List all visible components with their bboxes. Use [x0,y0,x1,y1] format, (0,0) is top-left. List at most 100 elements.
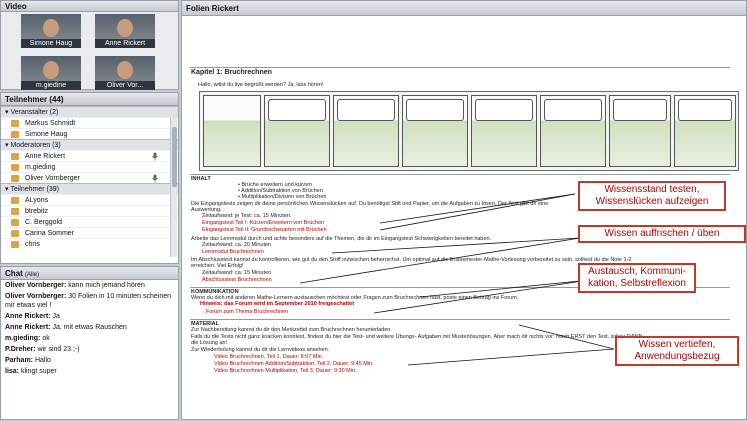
participant-item[interactable]: chris [1,238,178,249]
chat-message-text: kann mich jemand hören [66,282,145,289]
user-icon [11,197,19,204]
zeitaufwand-text: Zeitaufwand: ca. 15 Minuten [202,270,272,276]
video-tile[interactable]: Simone Haug [21,14,81,48]
speech-bubble [268,99,326,121]
forum-link[interactable]: Forum zum Thema Bruchrechnen [206,309,288,315]
participant-item[interactable]: Carina Sommer [1,227,178,238]
material-text: Zur Nachbereitung kannst du dir den Merk… [191,327,392,333]
webcam-image [95,14,155,40]
participant-item[interactable]: Markus Schmidt [1,117,178,128]
comic-frame [264,95,330,167]
comic-frame [203,95,261,167]
callout-wissen-vertiefen: Wissen vertiefen, Anwendungsbezug [615,336,739,366]
inhalt-item: • Multiplikation/Division von Brüchen [238,194,327,200]
user-icon [11,153,19,160]
user-icon [11,208,19,215]
participant-item[interactable]: Anne Rickert [1,150,178,161]
participant-name: Anne Rickert [25,153,66,160]
participants-scrollbar[interactable] [170,117,177,257]
participant-name: btrebitz [25,208,48,215]
participant-item[interactable]: C. Berggold [1,216,178,227]
chat-message: lisa: klingt super [1,366,178,377]
chat-message-author: lisa: [5,368,20,375]
speech-bubble [406,99,464,121]
participant-item[interactable]: Oliver Vornberger [1,172,178,183]
abschlusstest-text-2: erreichen. Viel Erfolg! [191,263,244,269]
lernmodul-link[interactable]: Lernmodul Bruchrechnen [202,249,264,255]
participant-name: Simone Haug [25,131,68,138]
chat-message-text: wir sind 23 ;-) [35,346,80,353]
participant-name: m.gieding [25,164,56,171]
participant-name: ALyons [25,197,49,204]
comic-frame [540,95,606,167]
eingangstest-2-link[interactable]: Eingangstest Teil II: Grundrechenarten m… [202,227,327,233]
speech-bubble [678,99,732,121]
video-link-1[interactable]: Video Bruchrechnen, Teil 1, Dauer: 8:07 … [214,354,323,360]
video-tile[interactable]: m.giedine [21,56,81,90]
participants-list: ▾ Veranstalter (2) Markus Schmidt Simone H… [1,106,178,249]
participant-item[interactable]: m.gieding [1,161,178,172]
material-text-3: die Lösung an! [191,340,228,346]
scrollbar-thumb[interactable] [172,127,177,187]
chat-messages: Oliver Vornberger: kann mich jemand höre… [1,280,178,377]
video-link-3[interactable]: Video Bruchrechnen Multiplikation, Teil … [214,368,357,374]
divider [190,319,730,320]
chat-message: Anne Rickert: Ja, mit etwas Rauschen [1,322,178,333]
participant-name: C. Berggold [25,219,62,226]
participant-item[interactable]: ALyons [1,194,178,205]
chat-scope[interactable]: (Alle) [25,272,39,278]
chat-message-author: Parham: [5,357,34,364]
speech-bubble [544,99,602,121]
chat-message: m.gieding: ok [1,333,178,344]
eingangstest-1-link[interactable]: Eingangstest Teil I: Kürzen/Erweitern vo… [202,220,324,226]
speech-bubble [475,99,533,121]
chat-message-text: Hallo [33,357,51,364]
video-link-2[interactable]: Video Bruchrechnen Addition/Subtraktion,… [214,361,374,367]
callout-wissen-auffrischen: Wissen auffrischen / üben [578,225,746,243]
user-icon [11,120,19,127]
participant-name: Carina Sommer [25,230,75,237]
video-tile-name: Oliver Vor... [95,81,155,90]
comic-frame [333,95,399,167]
chat-message-author: Anne Rickert: [5,324,51,331]
lernvideos-text: Zur Wiederholung kannst du dir die Lernv… [191,347,330,353]
comic-frame [402,95,468,167]
microphone-icon[interactable] [151,152,159,161]
user-icon [11,241,19,248]
divider [190,67,730,68]
chat-message: Oliver Vornberger: kann mich jemand höre… [1,280,178,291]
webcam-image [21,14,81,40]
user-icon [11,131,19,138]
chat-message-author: m.gieding: [5,335,41,342]
user-icon [11,164,19,171]
participant-item[interactable]: btrebitz [1,205,178,216]
chat-message-text: ok [40,335,50,342]
abschlusstest-link[interactable]: Abschlusstest Bruchrechnen [202,277,272,283]
material-text-2: Falls du die Tests nicht ganz knacken ko… [191,334,643,340]
participant-name: chris [25,241,40,248]
webcam-image [21,56,81,82]
chat-message-author: Oliver Vornberger: [5,293,67,300]
eingangstest-text: Die Eingangstests zeigen dir deine persö… [191,201,549,207]
chat-panel: Chat (Alle) Oliver Vornberger: kann mich… [0,266,179,420]
video-panel-title: Video [1,1,178,12]
forum-hinweis: Hinweis: das Forum wird im September 201… [200,301,355,307]
chat-message-author: Anne Rickert: [5,313,51,320]
video-panel: Video Simone Haug Anne Rickert m.giedine… [0,0,179,90]
chat-message-author: Oliver Vornberger: [5,282,67,289]
speech-bubble [613,99,667,121]
video-tile-name: Anne Rickert [95,39,155,48]
chapter-heading: Kapitel 1: Bruchrechnen [191,69,272,76]
chat-message: Parham: Hallo [1,355,178,366]
participant-item[interactable]: Simone Haug [1,128,178,139]
microphone-icon[interactable] [151,174,159,183]
slides-panel: Folien Rickert Kapitel 1: Bruchrechnen H… [181,0,747,420]
video-tile[interactable]: Anne Rickert [95,14,155,48]
participant-group-header[interactable]: ▾ Teilnehmer (39) [1,183,178,194]
comic-strip-image [199,91,739,171]
participant-group-header[interactable]: ▾ Veranstalter (2) [1,106,178,117]
user-icon [11,219,19,226]
participant-group-header[interactable]: ▾ Moderatoren (3) [1,139,178,150]
video-tile[interactable]: Oliver Vor... [95,56,155,90]
callout-wissensstand: Wissensstand testen, Wissenslücken aufze… [578,181,726,211]
